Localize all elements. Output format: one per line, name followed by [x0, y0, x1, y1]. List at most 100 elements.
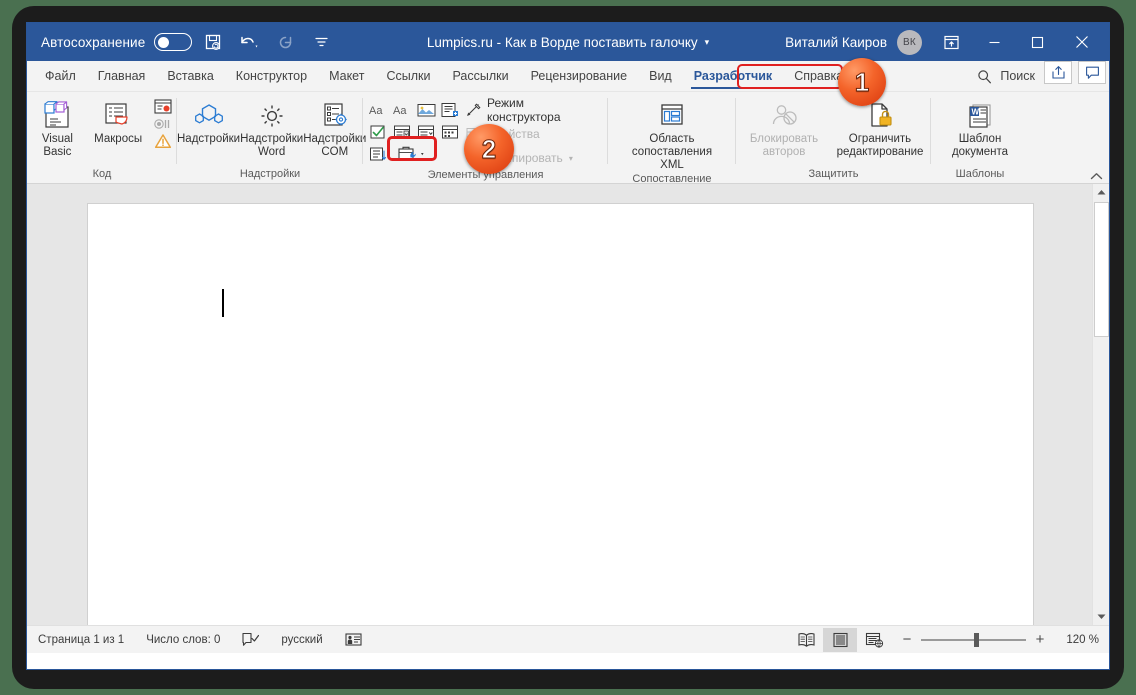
- document-title: Lumpics.ru - Как в Ворде поставить галоч…: [426, 34, 698, 50]
- combo-box-content-control-icon[interactable]: [391, 124, 414, 140]
- collapse-ribbon-icon[interactable]: [1090, 172, 1103, 181]
- word-count-status[interactable]: Число слов: 0: [135, 634, 231, 646]
- zoom-control[interactable]: − +: [901, 631, 1046, 648]
- block-authors-button[interactable]: Блокировать авторов: [736, 96, 832, 159]
- checkbox-content-control-icon[interactable]: [367, 124, 390, 140]
- tab-insert[interactable]: Вставка: [156, 61, 224, 91]
- tab-mailings[interactable]: Рассылки: [441, 61, 519, 91]
- customize-quick-access-icon[interactable]: [306, 29, 336, 55]
- tab-references[interactable]: Ссылки: [375, 61, 441, 91]
- com-addins-icon: [319, 99, 351, 133]
- title-bar-right: Виталий Каиров ВК: [785, 23, 1109, 61]
- document-area[interactable]: [27, 184, 1109, 625]
- close-button[interactable]: [1059, 23, 1105, 61]
- ribbon-group-protect: Блокировать авторов Ограничить редактиро…: [736, 92, 931, 184]
- button-label: Шаблон документа: [951, 133, 1009, 158]
- tab-developer[interactable]: Разработчик: [683, 61, 783, 91]
- page-number-status[interactable]: Страница 1 из 1: [27, 634, 135, 646]
- ribbon-tab-bar: Файл Главная Вставка Конструктор Макет С…: [27, 61, 1109, 92]
- tab-label: Вид: [649, 69, 672, 83]
- restrict-editing-button[interactable]: Ограничить редактирование: [832, 96, 928, 159]
- language-status[interactable]: русский: [270, 634, 333, 646]
- proofing-errors-icon[interactable]: [231, 632, 270, 647]
- button-label: Блокировать авторов: [749, 133, 819, 158]
- repeating-section-content-control-icon[interactable]: [367, 146, 390, 162]
- word-addins-icon: [256, 99, 288, 133]
- chevron-down-icon[interactable]: ▾: [705, 37, 710, 48]
- accessibility-checker-icon[interactable]: [334, 632, 373, 647]
- tab-label: Рецензирование: [530, 69, 628, 83]
- document-template-button[interactable]: W Шаблон документа: [941, 96, 1019, 159]
- svg-text:W: W: [972, 108, 980, 117]
- language-label: русский: [281, 633, 323, 646]
- xml-mapping-pane-button[interactable]: Область сопоставления XML: [624, 96, 720, 172]
- group-body: Надстройки Надстройки Word Надстройки CO…: [177, 92, 366, 167]
- group-name: Защитить: [808, 168, 859, 180]
- design-mode-button[interactable]: Режим конструктора: [466, 96, 580, 124]
- autosave-toggle[interactable]: [154, 33, 193, 51]
- dropdown-list-content-control-icon[interactable]: [415, 124, 438, 140]
- web-layout-icon[interactable]: [857, 628, 891, 652]
- vertical-scrollbar[interactable]: [1092, 184, 1109, 625]
- com-addins-button[interactable]: Надстройки COM: [303, 96, 366, 159]
- tab-label: Конструктор: [235, 69, 308, 83]
- share-icon[interactable]: [1044, 61, 1072, 84]
- xml-mapping-pane-icon: [657, 99, 687, 133]
- save-icon[interactable]: [198, 29, 228, 55]
- building-block-gallery-icon[interactable]: [439, 102, 462, 118]
- content-controls-grid: Aa Aa: [363, 96, 462, 164]
- macros-button[interactable]: Макросы: [88, 96, 149, 146]
- button-label: Надстройки COM: [303, 133, 367, 158]
- word-addins-button[interactable]: Надстройки Word: [240, 96, 303, 159]
- button-label: Макросы: [94, 133, 143, 145]
- ribbon: Visual Basic Макросы Код Надстройки Надс…: [27, 92, 1109, 185]
- zoom-slider[interactable]: [921, 632, 1026, 647]
- search-box[interactable]: Поиск: [971, 61, 1041, 91]
- date-picker-content-control-icon[interactable]: [439, 124, 462, 140]
- tab-label: Макет: [329, 69, 365, 83]
- record-macro-icon[interactable]: [153, 98, 173, 115]
- print-layout-icon[interactable]: [823, 627, 857, 652]
- ribbon-group-mapping: Область сопоставления XML Сопоставление: [608, 92, 736, 185]
- ribbon-display-options-icon[interactable]: [930, 23, 973, 61]
- ribbon-group-templates: W Шаблон документа Шаблоны: [931, 92, 1029, 184]
- legacy-tools-icon[interactable]: [391, 145, 438, 162]
- read-mode-icon[interactable]: [789, 628, 823, 652]
- maximize-button[interactable]: [1016, 23, 1059, 61]
- picture-content-control-icon[interactable]: [415, 102, 438, 118]
- design-mode-icon: [466, 103, 481, 117]
- svg-text:Aa: Aa: [393, 105, 407, 117]
- tab-layout[interactable]: Макет: [318, 61, 375, 91]
- scroll-down-icon[interactable]: [1093, 608, 1109, 625]
- tab-design[interactable]: Конструктор: [225, 61, 318, 91]
- title-bar: Автосохранение Lumpics.ru - Как в Ворде …: [27, 23, 1109, 61]
- avatar[interactable]: ВК: [897, 29, 922, 55]
- zoom-level-label[interactable]: 120 %: [1055, 634, 1099, 646]
- tab-view[interactable]: Вид: [638, 61, 683, 91]
- group-body: Visual Basic Макросы: [27, 92, 177, 167]
- tab-label: Справка: [794, 69, 844, 83]
- zoom-in-button[interactable]: +: [1034, 631, 1046, 648]
- zoom-slider-handle[interactable]: [973, 632, 979, 647]
- comments-icon[interactable]: [1078, 61, 1106, 84]
- document-template-icon: W: [965, 99, 995, 133]
- plain-text-content-control-icon[interactable]: Aa: [391, 102, 414, 118]
- tab-review[interactable]: Рецензирование: [520, 61, 639, 91]
- tab-label: Файл: [45, 69, 76, 83]
- addins-store-button[interactable]: Надстройки: [177, 96, 240, 146]
- macros-icon: [102, 99, 134, 133]
- tab-home[interactable]: Главная: [87, 61, 157, 91]
- undo-icon[interactable]: [234, 29, 264, 55]
- minimize-button[interactable]: [973, 23, 1016, 61]
- chevron-down-icon[interactable]: ▾: [569, 154, 573, 163]
- scrollbar-thumb[interactable]: [1094, 202, 1109, 337]
- rich-text-content-control-icon[interactable]: Aa: [367, 102, 390, 118]
- scroll-up-icon[interactable]: [1093, 184, 1109, 201]
- tab-file[interactable]: Файл: [27, 61, 87, 91]
- tab-label: Вставка: [167, 69, 214, 83]
- macro-security-icon[interactable]: [153, 133, 173, 149]
- zoom-out-button[interactable]: −: [901, 631, 913, 648]
- visual-basic-button[interactable]: Visual Basic: [27, 96, 88, 159]
- document-page[interactable]: [87, 203, 1034, 625]
- redo-icon[interactable]: [270, 29, 300, 55]
